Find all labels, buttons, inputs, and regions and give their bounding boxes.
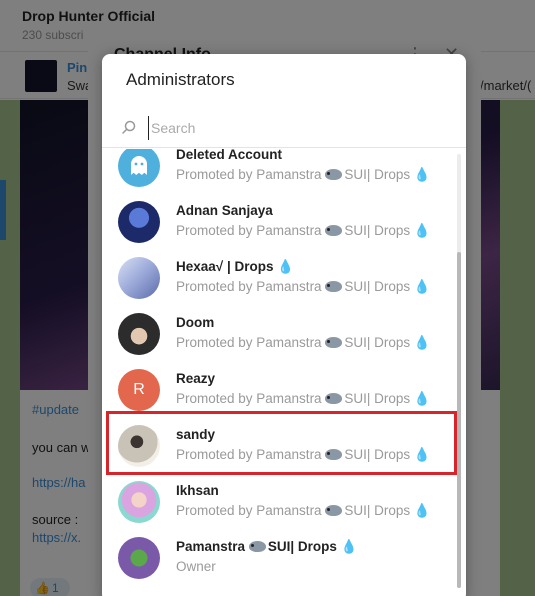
avatar bbox=[118, 257, 160, 299]
admin-name: Deleted Account bbox=[176, 149, 283, 162]
admin-name: Reazy bbox=[176, 371, 216, 386]
admin-role: Promoted by Pamanstra SUI| Drops 💧 bbox=[176, 223, 431, 238]
scrollbar[interactable] bbox=[457, 154, 461, 588]
admin-row[interactable]: Pamanstra SUI| Drops 💧 Owner bbox=[102, 535, 458, 591]
admin-row[interactable]: Deleted Account Promoted by Pamanstra SU… bbox=[102, 149, 458, 199]
admin-name: Ikhsan bbox=[176, 483, 219, 498]
search-icon bbox=[122, 120, 136, 134]
admin-row[interactable]: Ikhsan Promoted by Pamanstra SUI| Drops … bbox=[102, 479, 458, 535]
admin-name: Pamanstra SUI| Drops 💧 bbox=[176, 539, 358, 554]
admin-role: Promoted by Pamanstra SUI| Drops 💧 bbox=[176, 279, 431, 294]
search-input[interactable] bbox=[148, 116, 448, 140]
avatar bbox=[118, 313, 160, 355]
admin-row[interactable]: sandy Promoted by Pamanstra SUI| Drops 💧 bbox=[102, 423, 458, 479]
avatar bbox=[118, 201, 160, 243]
admin-role: Promoted by Pamanstra SUI| Drops 💧 bbox=[176, 335, 431, 350]
admin-role: Promoted by Pamanstra SUI| Drops 💧 bbox=[176, 167, 431, 182]
admin-row[interactable]: Adnan Sanjaya Promoted by Pamanstra SUI|… bbox=[102, 199, 458, 255]
search-bar bbox=[102, 108, 466, 148]
ghost-icon bbox=[118, 149, 160, 187]
admin-role: Owner bbox=[176, 559, 216, 574]
avatar: R bbox=[118, 369, 160, 411]
admin-name: Adnan Sanjaya bbox=[176, 203, 273, 218]
avatar bbox=[118, 425, 160, 467]
admin-name: sandy bbox=[176, 427, 216, 442]
admin-list: Deleted Account Promoted by Pamanstra SU… bbox=[102, 149, 466, 596]
avatar bbox=[118, 481, 160, 523]
admin-role: Promoted by Pamanstra SUI| Drops 💧 bbox=[176, 391, 431, 406]
admin-name: Doom bbox=[176, 315, 215, 330]
admin-row[interactable]: R Reazy Promoted by Pamanstra SUI| Drops… bbox=[102, 367, 458, 423]
dialog-title: Administrators bbox=[126, 70, 235, 89]
avatar bbox=[118, 537, 160, 579]
admin-row[interactable]: Hexaa√ | Drops 💧 Promoted by Pamanstra S… bbox=[102, 255, 458, 311]
admin-name: Hexaa√ | Drops 💧 bbox=[176, 259, 295, 274]
scroll-thumb[interactable] bbox=[457, 252, 461, 588]
administrators-dialog: Administrators Deleted Account Promoted … bbox=[102, 54, 466, 596]
admin-role: Promoted by Pamanstra SUI| Drops 💧 bbox=[176, 447, 431, 462]
admin-row[interactable]: Doom Promoted by Pamanstra SUI| Drops 💧 bbox=[102, 311, 458, 367]
admin-role: Promoted by Pamanstra SUI| Drops 💧 bbox=[176, 503, 431, 518]
